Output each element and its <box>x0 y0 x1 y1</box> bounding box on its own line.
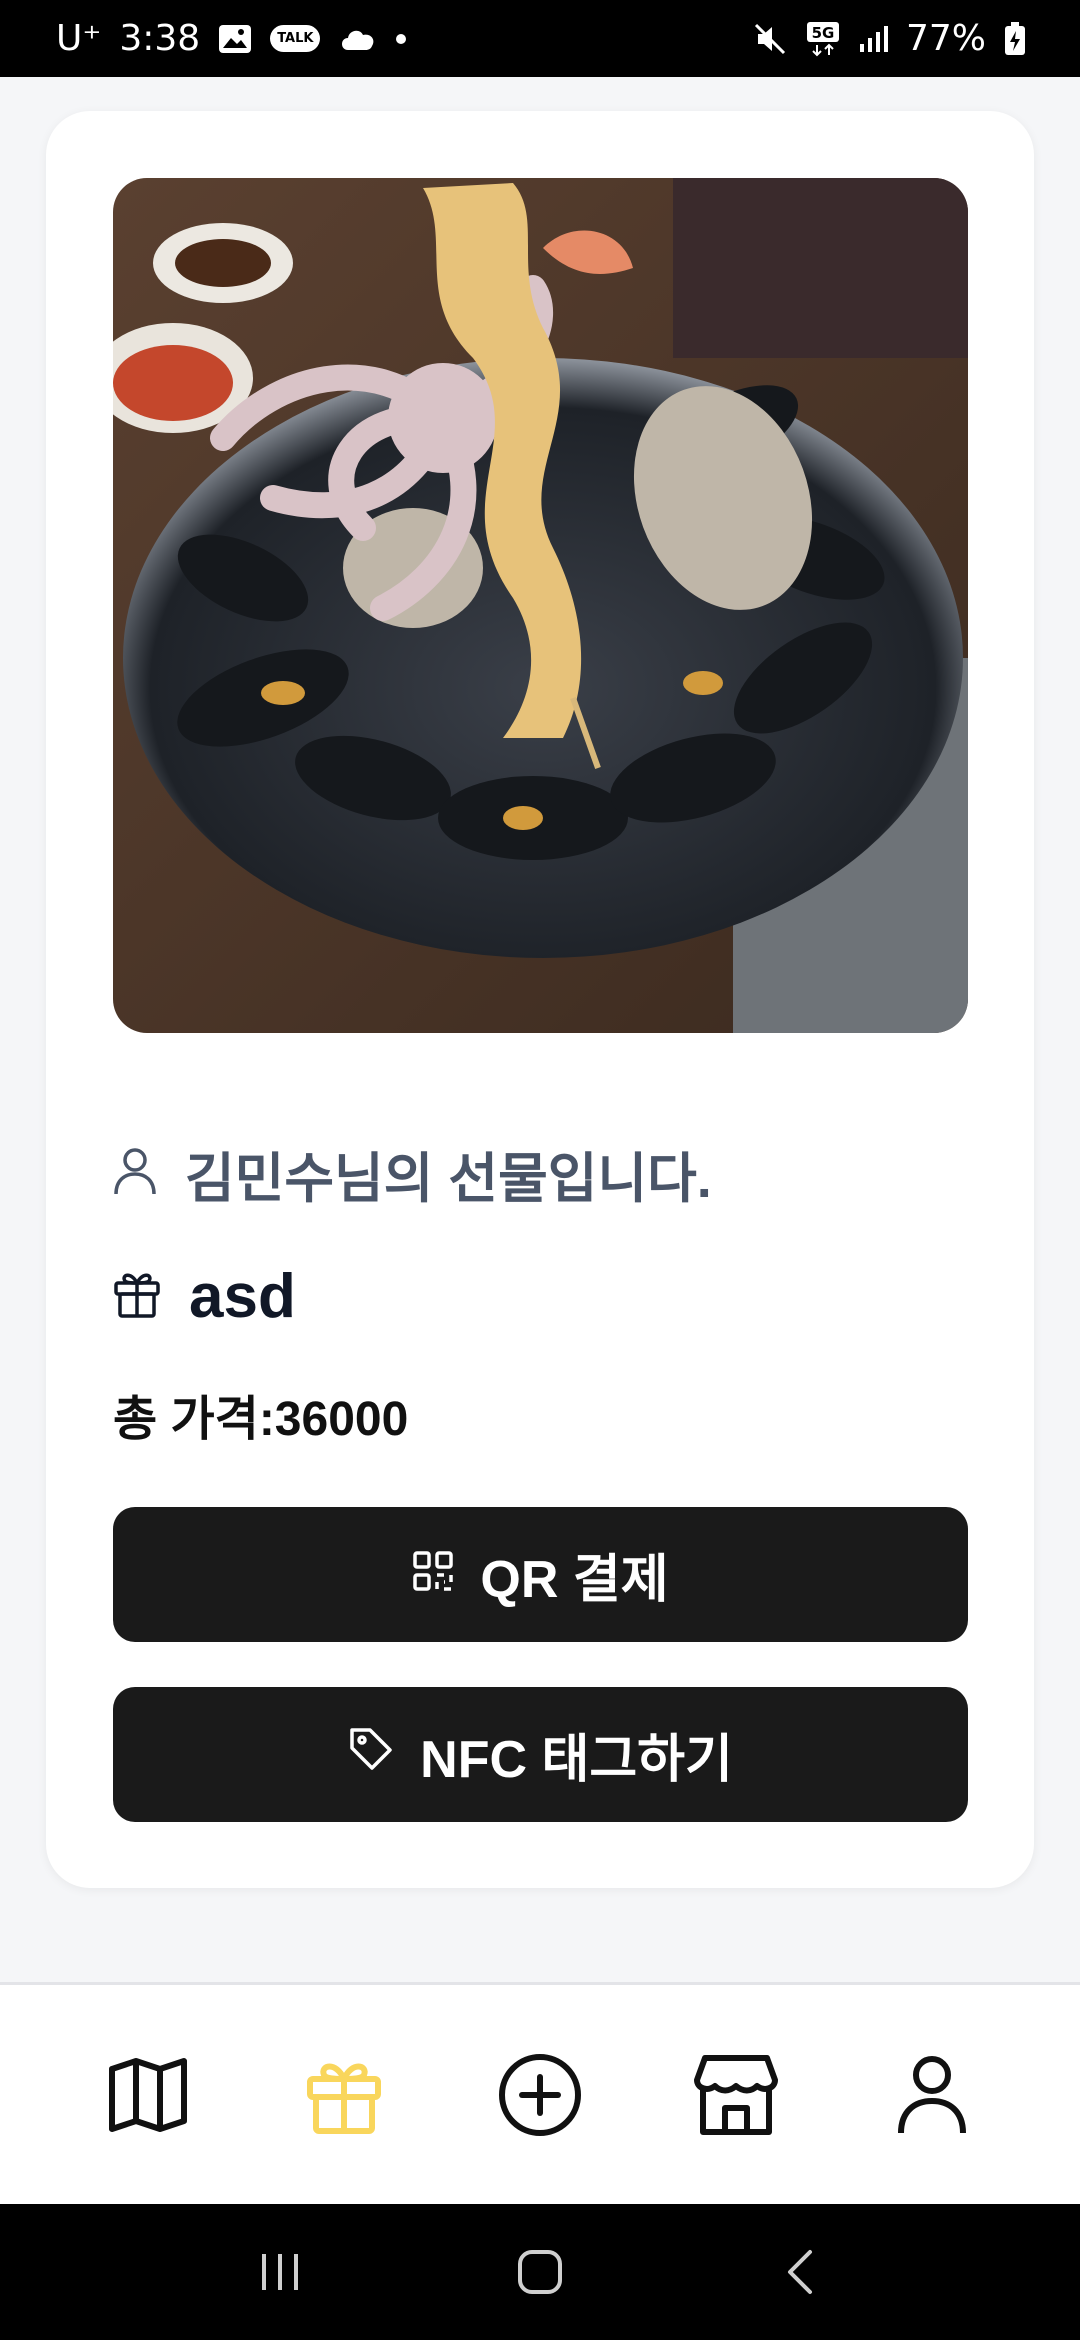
back-chevron-icon <box>788 2250 812 2294</box>
nfc-tag-button[interactable]: NFC 태그하기 <box>113 1687 968 1822</box>
gallery-icon <box>218 24 252 54</box>
nav-store[interactable] <box>681 2040 791 2150</box>
gift-name-row: asd <box>113 1256 296 1336</box>
gift-name: asd <box>189 1261 296 1331</box>
home-button[interactable] <box>490 2222 590 2322</box>
nav-profile[interactable] <box>877 2040 987 2150</box>
cloud-icon <box>338 24 378 54</box>
status-right: 5G 77% <box>752 18 1026 59</box>
user-icon <box>113 1146 157 1200</box>
battery-charging-icon <box>1004 21 1026 56</box>
signal-icon <box>858 24 888 54</box>
qr-payment-label: QR 결제 <box>480 1551 669 1609</box>
network-label: 5G <box>812 24 835 42</box>
store-icon <box>694 2054 778 2135</box>
plus-circle-icon <box>499 2053 581 2136</box>
qr-payment-button[interactable]: QR 결제 <box>113 1507 968 1642</box>
nav-gift[interactable] <box>289 2040 399 2150</box>
clock: 3:38 <box>119 18 201 59</box>
total-price: 총 가격:36000 <box>113 1393 409 1446</box>
notification-dot <box>396 33 407 44</box>
status-bar: U⁺ 3:38 TALK 5G 77% <box>0 0 1080 77</box>
bottom-nav <box>0 1982 1080 2204</box>
qr-code-icon <box>412 1545 454 1605</box>
mute-icon <box>752 21 788 57</box>
battery-percent: 77% <box>905 18 986 59</box>
sender-message: 김민수님의 선물입니다. <box>185 1148 712 1209</box>
kakaotalk-icon: TALK <box>270 25 321 52</box>
carrier-label: U⁺ <box>56 18 102 59</box>
system-nav-bar <box>0 2204 1080 2340</box>
recent-apps-button[interactable] <box>230 2222 330 2322</box>
nav-add[interactable] <box>485 2040 595 2150</box>
gift-photo <box>113 178 968 1033</box>
seafood-dish-image <box>113 178 968 1033</box>
gift-icon <box>113 1269 161 1323</box>
nfc-tag-label: NFC 태그하기 <box>420 1731 733 1789</box>
network-5g-icon: 5G <box>806 21 840 57</box>
home-icon <box>518 2250 562 2294</box>
tag-icon <box>348 1725 394 1785</box>
back-button[interactable] <box>750 2222 850 2322</box>
map-icon <box>109 2057 187 2132</box>
nav-map[interactable] <box>93 2040 203 2150</box>
user-profile-icon <box>898 2055 966 2133</box>
gift-card: 김민수님의 선물입니다. asd 총 가격:36000 QR 결제 NFC 태그… <box>46 111 1034 1888</box>
status-left: U⁺ 3:38 TALK <box>56 18 407 59</box>
gift-detail-page: 김민수님의 선물입니다. asd 총 가격:36000 QR 결제 NFC 태그… <box>0 77 1080 1982</box>
sender-row: 김민수님의 선물입니다. <box>113 1133 712 1213</box>
recent-apps-icon <box>262 2254 298 2290</box>
gift-nav-icon <box>307 2063 381 2134</box>
